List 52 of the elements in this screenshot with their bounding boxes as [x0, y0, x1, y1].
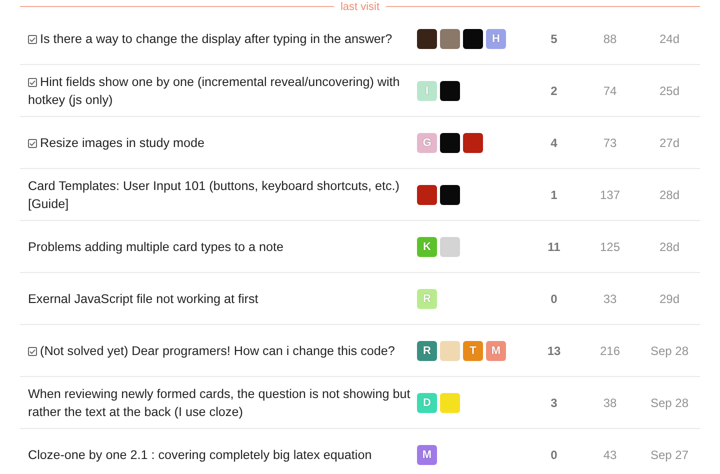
- letter-avatar[interactable]: M: [417, 444, 437, 464]
- letter-avatar[interactable]: R: [417, 340, 437, 360]
- view-count: 216: [598, 344, 622, 358]
- view-count: 43: [602, 448, 618, 462]
- letter-avatar[interactable]: D: [417, 392, 437, 412]
- reply-count: 0: [550, 292, 558, 306]
- activity-date[interactable]: 29d: [639, 292, 700, 306]
- reply-count: 0: [550, 448, 558, 462]
- letter-avatar[interactable]: M: [486, 340, 506, 360]
- avatar-image[interactable]: [417, 28, 437, 48]
- activity-date[interactable]: Sep 28: [639, 344, 700, 358]
- topic-title-link[interactable]: When reviewing newly formed cards, the question is not showing but rather the text at the back (I use cloze): [28, 384, 411, 420]
- reply-count: 2: [550, 84, 558, 98]
- activity-date[interactable]: Sep 28: [639, 396, 700, 410]
- reply-count: 4: [550, 136, 558, 150]
- topic-title-link[interactable]: Exernal JavaScript file not working at first: [28, 290, 411, 308]
- avatar-image[interactable]: [417, 184, 437, 204]
- last-visit-label: last visit: [340, 0, 380, 12]
- view-count: 74: [602, 84, 618, 98]
- reply-count: 1: [550, 188, 558, 202]
- letter-avatar[interactable]: H: [486, 28, 506, 48]
- view-count: 137: [598, 188, 622, 202]
- topic-title-link[interactable]: Problems adding multiple card types to a note: [28, 238, 411, 256]
- topic-title-link[interactable]: Is there a way to change the display after typing in the answer?: [28, 30, 411, 48]
- reply-count: 11: [546, 240, 562, 254]
- topic-title-link[interactable]: (Not solved yet) Dear programers! How can i change this code?: [28, 342, 411, 360]
- view-count: 125: [598, 240, 622, 254]
- reply-count: 3: [550, 396, 558, 410]
- topic-title-link[interactable]: Hint fields show one by one (incremental reveal/uncovering) with hotkey (js only): [28, 72, 411, 108]
- activity-date[interactable]: Sep 27: [639, 448, 700, 462]
- topic-title-link[interactable]: Card Templates: User Input 101 (buttons, keyboard shortcuts, etc.) [Guide]: [28, 176, 411, 212]
- letter-avatar[interactable]: K: [417, 236, 437, 256]
- activity-date[interactable]: 28d: [639, 188, 700, 202]
- avatar-image[interactable]: [440, 80, 460, 100]
- reply-count: 5: [550, 32, 558, 46]
- topic-title-link[interactable]: Resize images in study mode: [28, 134, 411, 152]
- view-count: 38: [602, 396, 618, 410]
- avatar-image[interactable]: [463, 132, 483, 152]
- activity-date[interactable]: 25d: [639, 84, 700, 98]
- letter-avatar[interactable]: G: [417, 132, 437, 152]
- avatar-image[interactable]: [440, 184, 460, 204]
- letter-avatar[interactable]: T: [463, 340, 483, 360]
- view-count: 88: [602, 32, 618, 46]
- activity-date[interactable]: 24d: [639, 32, 700, 46]
- avatar-image[interactable]: [440, 132, 460, 152]
- activity-date[interactable]: 27d: [639, 136, 700, 150]
- view-count: 33: [602, 292, 618, 306]
- activity-date[interactable]: 28d: [639, 240, 700, 254]
- topic-title-link[interactable]: Cloze-one by one 2.1 : covering completely big latex equation: [28, 446, 411, 464]
- avatar-image[interactable]: [463, 28, 483, 48]
- reply-count: 13: [546, 344, 562, 358]
- view-count: 73: [602, 136, 618, 150]
